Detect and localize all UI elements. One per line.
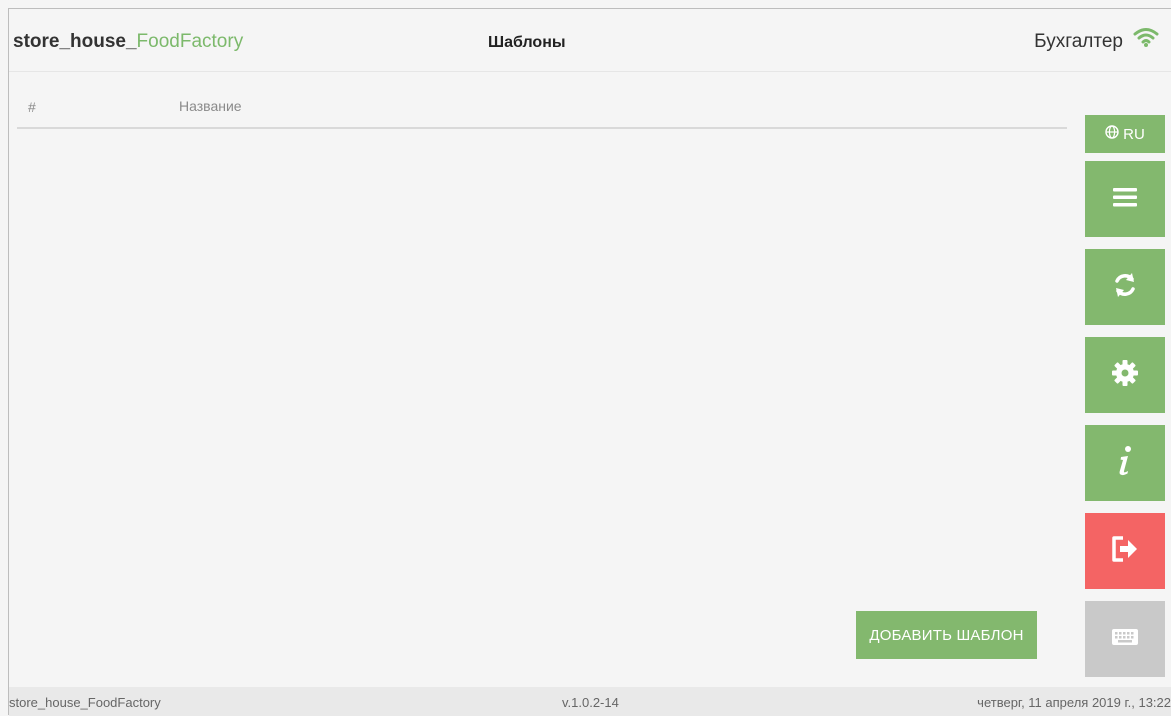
language-button[interactable]: RU — [1085, 115, 1165, 153]
status-bar: store_house_FoodFactory v.1.0.2-14 четве… — [9, 687, 1171, 716]
gear-icon — [1110, 358, 1140, 393]
logout-button[interactable] — [1085, 513, 1165, 589]
wifi-icon — [1133, 26, 1159, 48]
sign-out-icon — [1110, 534, 1140, 569]
app-brand: store_house_FoodFactory — [13, 31, 243, 53]
brand-accent: FoodFactory — [136, 31, 244, 52]
keyboard-icon — [1111, 627, 1139, 652]
language-label: RU — [1123, 125, 1145, 143]
user-role: Бухгалтер — [1034, 31, 1123, 52]
info-icon — [1110, 444, 1140, 483]
header: store_house_FoodFactory Шаблоны Бухгалте… — [9, 9, 1171, 72]
column-header-name[interactable]: Название — [179, 98, 242, 114]
footer-version: v.1.0.2-14 — [562, 695, 619, 710]
table-header: # Название — [17, 93, 1067, 129]
column-header-number[interactable]: # — [28, 99, 36, 115]
keyboard-button[interactable] — [1085, 601, 1165, 677]
info-button[interactable] — [1085, 425, 1165, 501]
sync-icon — [1110, 270, 1140, 305]
footer-datetime: четверг, 11 апреля 2019 г., 13:22 — [977, 695, 1171, 710]
add-template-button[interactable]: ДОБАВИТЬ ШАБЛОН — [856, 611, 1037, 659]
app-window: store_house_FoodFactory Шаблоны Бухгалте… — [8, 8, 1171, 716]
globe-icon — [1105, 125, 1119, 143]
sync-button[interactable] — [1085, 249, 1165, 325]
settings-button[interactable] — [1085, 337, 1165, 413]
page-title: Шаблоны — [488, 34, 566, 51]
brand-prefix: store_house_ — [13, 31, 137, 52]
hamburger-icon — [1110, 185, 1140, 214]
menu-button[interactable] — [1085, 161, 1165, 237]
footer-app-name: store_house_FoodFactory — [9, 695, 161, 710]
